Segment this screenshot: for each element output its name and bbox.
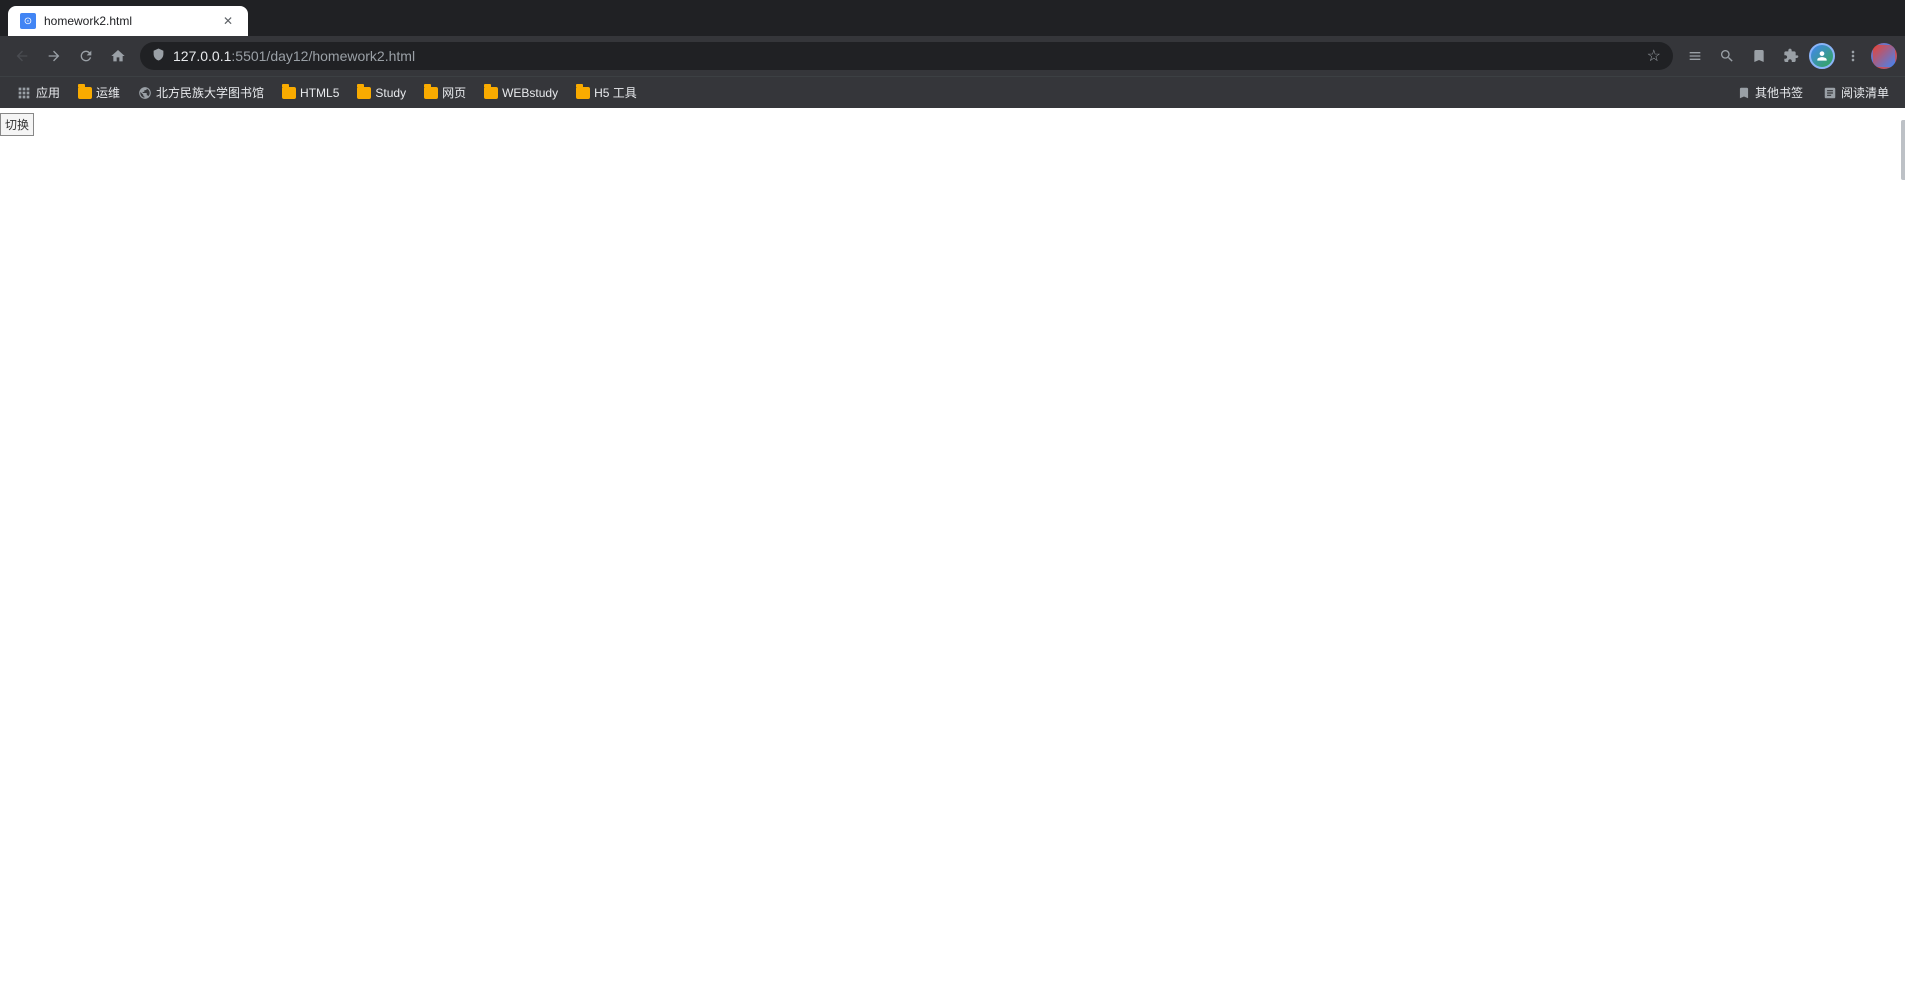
reload-button[interactable] [72,42,100,70]
address-bar[interactable]: 127.0.0.1:5501/day12/homework2.html ☆ [140,42,1673,70]
back-button[interactable] [8,42,36,70]
address-port-path: :5501/day12/homework2.html [231,48,415,64]
forward-button[interactable] [40,42,68,70]
other-bookmarks[interactable]: 其他书签 [1729,80,1811,105]
nav-right-controls [1681,42,1897,70]
settings-button[interactable] [1839,42,1867,70]
bookmark-button[interactable] [1745,42,1773,70]
bookmarks-bar: 应用 运维 北方民族大学图书馆 HTML5 Study 网页 [0,76,1905,108]
bookmark-webstudy-label: WEBstudy [502,86,558,100]
screen-capture-button[interactable] [1681,42,1709,70]
bookmark-apps[interactable]: 应用 [8,80,68,105]
bookmark-h5tools-label: H5 工具 [594,84,637,101]
profile-avatar[interactable] [1809,43,1835,69]
bookmarks-right: 其他书签 阅读清单 [1729,80,1897,105]
folder-icon [576,87,590,99]
bookmark-study-label: Study [375,86,406,100]
address-host: 127.0.0.1 [173,48,231,64]
bookmark-webpage-label: 网页 [442,84,466,101]
other-bookmarks-label: 其他书签 [1755,84,1803,101]
bookmark-h5tools[interactable]: H5 工具 [568,80,645,105]
tab-bar: ⊙ homework2.html ✕ [0,0,1905,36]
bookmark-apps-label: 应用 [36,84,60,101]
switch-button[interactable]: 切换 [0,113,34,136]
home-button[interactable] [104,42,132,70]
folder-icon [424,87,438,99]
tab-title: homework2.html [44,14,212,28]
search-button[interactable] [1713,42,1741,70]
right-sidebar-handle[interactable] [1901,120,1905,180]
bookmark-webpage[interactable]: 网页 [416,80,474,105]
bookmark-html5[interactable]: HTML5 [274,82,347,104]
browser-chrome: ⊙ homework2.html ✕ 127.0.0.1:5501/day12/… [0,0,1905,108]
bookmark-library[interactable]: 北方民族大学图书馆 [130,80,272,105]
bookmark-yunwei[interactable]: 运维 [70,80,128,105]
navigation-bar: 127.0.0.1:5501/day12/homework2.html ☆ [0,36,1905,76]
tab-close-button[interactable]: ✕ [220,13,236,29]
security-icon [152,48,165,64]
bookmark-webstudy[interactable]: WEBstudy [476,82,566,104]
reading-list-label: 阅读清单 [1841,84,1889,101]
bookmark-html5-label: HTML5 [300,86,339,100]
active-tab[interactable]: ⊙ homework2.html ✕ [8,6,248,36]
address-text: 127.0.0.1:5501/day12/homework2.html [173,48,1639,64]
bookmark-library-label: 北方民族大学图书馆 [156,84,264,101]
folder-icon [78,87,92,99]
reading-list[interactable]: 阅读清单 [1815,80,1897,105]
page-content: 切换 [0,108,1905,1008]
bookmark-study[interactable]: Study [349,82,414,104]
tab-favicon: ⊙ [20,13,36,29]
folder-icon [484,87,498,99]
folder-icon [357,87,371,99]
bookmark-star-icon[interactable]: ☆ [1647,46,1661,66]
folder-icon [282,87,296,99]
bookmark-yunwei-label: 运维 [96,84,120,101]
account-button[interactable] [1871,43,1897,69]
extensions-button[interactable] [1777,42,1805,70]
